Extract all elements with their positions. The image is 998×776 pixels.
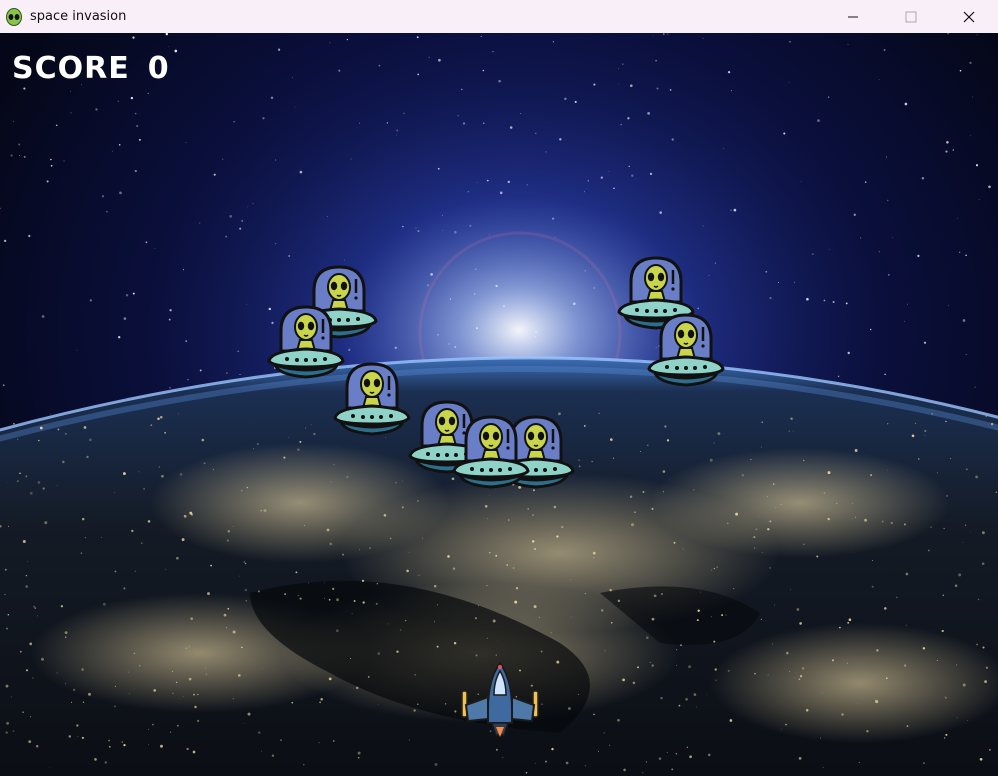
game-window: space invasion SCORE 0 [0, 0, 998, 776]
game-canvas[interactable]: SCORE 0 [0, 33, 998, 776]
minimize-button[interactable] [824, 0, 882, 33]
alien-enemy [647, 311, 725, 389]
minimize-icon [848, 16, 858, 17]
maximize-button[interactable] [882, 0, 940, 33]
window-controls [824, 0, 998, 33]
alien-enemy [333, 360, 411, 438]
player-ship[interactable] [460, 661, 540, 737]
alien-ufo-icon [452, 415, 530, 489]
alien-ufo-icon [333, 362, 411, 436]
window-title: space invasion [30, 9, 127, 24]
alien-icon [5, 7, 23, 26]
title-bar: space invasion [0, 0, 998, 33]
score-display: SCORE 0 [12, 51, 170, 86]
spaceship-icon [461, 661, 539, 737]
alien-ufo-icon [647, 313, 725, 387]
close-button[interactable] [940, 0, 998, 33]
score-label: SCORE [12, 51, 130, 86]
alien-enemy [452, 413, 530, 491]
close-icon [963, 11, 975, 22]
score-value: 0 [147, 51, 170, 86]
maximize-icon [905, 11, 917, 22]
